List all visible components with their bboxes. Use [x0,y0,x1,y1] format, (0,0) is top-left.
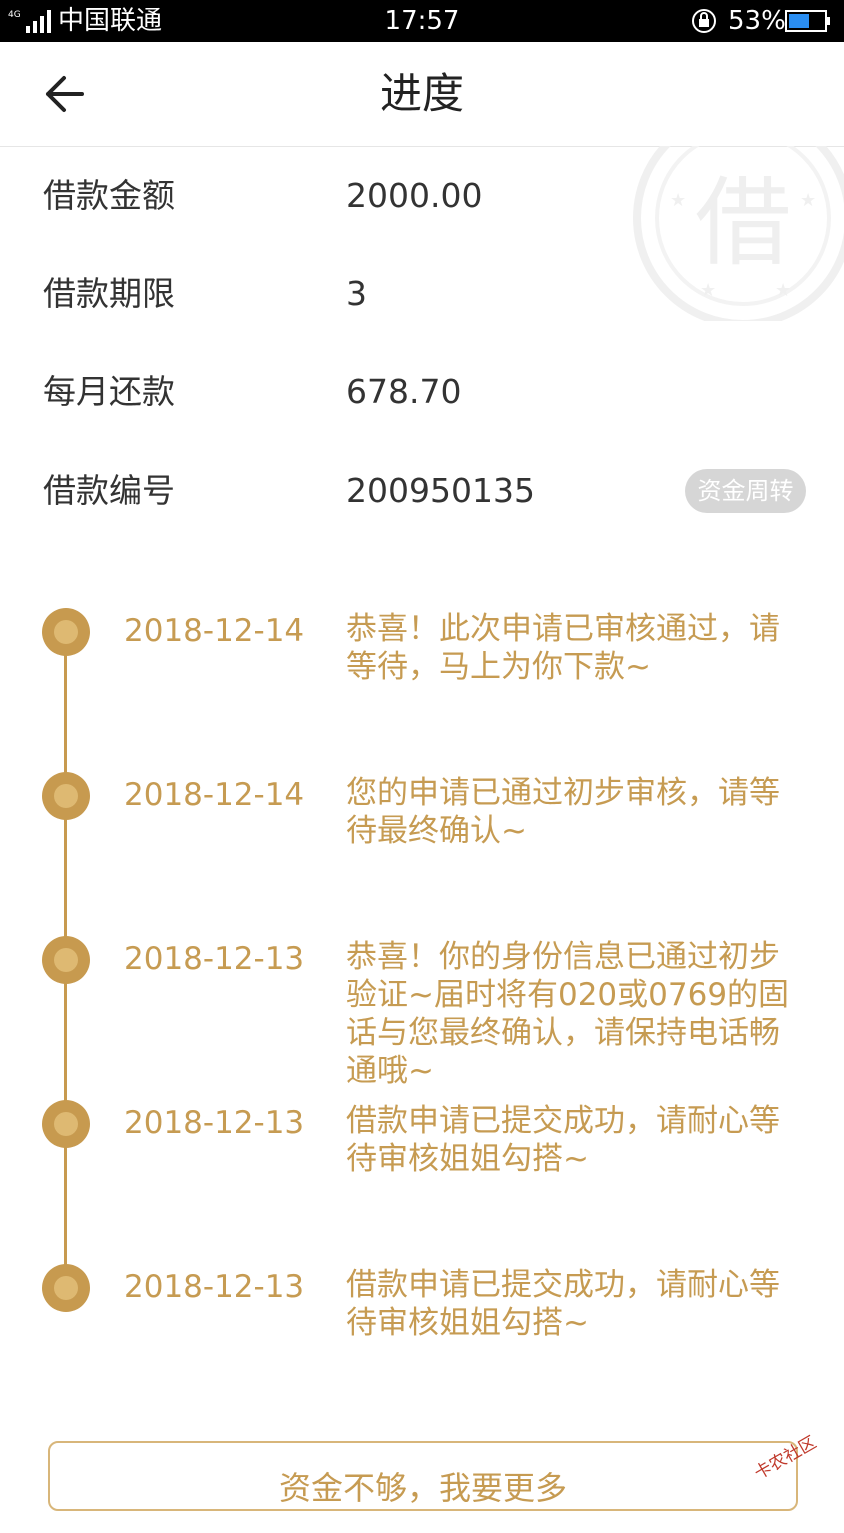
timeline-text: 您的申请已通过初步审核，请等待最终确认~ [346,775,780,849]
timeline-dot-icon [42,1100,90,1148]
label-loan-term: 借款期限 [43,274,175,313]
timeline-text: 借款申请已提交成功，请耐心等待审核姐姐勾搭~ [346,1267,780,1341]
timeline-date: 2018-12-14 [124,613,305,649]
purpose-tag: 资金周转 [685,469,806,513]
app-header: 进度 [0,42,844,147]
value-loan-amount: 2000.00 [346,176,483,215]
battery-icon [785,10,830,32]
timeline-date: 2018-12-13 [124,1105,305,1141]
request-more-button[interactable]: 资金不够，我要更多 [48,1441,798,1511]
row-loan-number: 借款编号 200950135 资金周转 [0,461,844,521]
watermark-text: 卡农社区 [751,1433,820,1480]
row-loan-amount: 借款金额 2000.00 [0,166,844,226]
site-watermark-logo: 卡农社区 [751,1433,820,1480]
label-monthly-payment: 每月还款 [43,372,175,411]
timeline-dot-icon [42,772,90,820]
timeline-text: 恭喜！你的身份信息已通过初步验证~届时将有020或0769的固话与您最终确认，请… [346,939,790,1089]
timeline-date: 2018-12-14 [124,777,305,813]
timeline-dot-icon [42,936,90,984]
timeline-text: 借款申请已提交成功，请耐心等待审核姐姐勾搭~ [346,1103,780,1177]
value-loan-term: 3 [346,274,367,313]
value-loan-number: 200950135 [346,471,535,510]
status-bar: 4G 中国联通 17:57 53% [0,0,844,42]
row-monthly-payment: 每月还款 678.70 [0,362,844,422]
page-title: 进度 [379,69,464,118]
timeline-text: 恭喜！此次申请已审核通过，请等待，马上为你下款~ [346,611,780,685]
progress-timeline: 2018-12-14 恭喜！此次申请已审核通过，请等待，马上为你下款~ 2018… [0,590,844,1370]
timeline-dot-icon [42,1264,90,1312]
loan-info: 借款金额 2000.00 借款期限 3 每月还款 678.70 借款编号 200… [0,146,844,546]
label-loan-amount: 借款金额 [43,176,175,215]
timeline-date: 2018-12-13 [124,1269,305,1305]
label-loan-number: 借款编号 [43,471,175,510]
value-monthly-payment: 678.70 [346,372,462,411]
timeline-dot-icon [42,608,90,656]
row-loan-term: 借款期限 3 [0,264,844,324]
timeline-date: 2018-12-13 [124,941,305,977]
rotation-lock-icon [692,9,716,33]
battery-percentage: 53% [728,6,786,36]
